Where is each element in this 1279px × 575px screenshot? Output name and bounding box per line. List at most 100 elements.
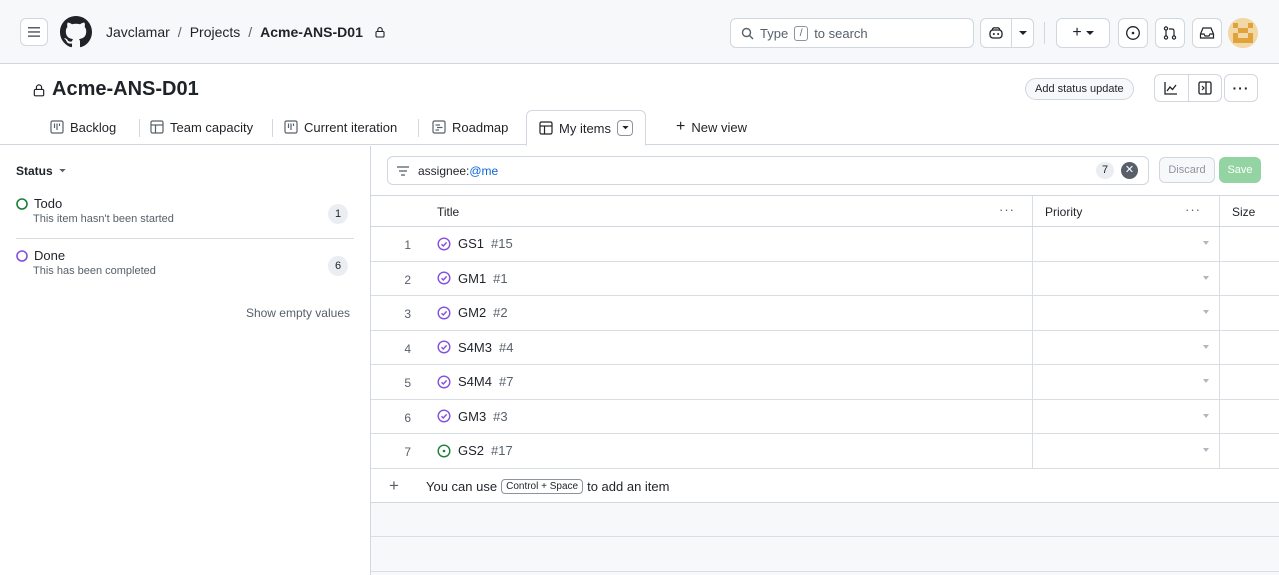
item-title-link[interactable]: GS1 <box>458 236 484 251</box>
tab-current-iteration[interactable]: Current iteration <box>284 110 397 144</box>
size-cell[interactable] <box>1219 434 1279 468</box>
github-logo-icon[interactable] <box>60 16 92 48</box>
group-by-sidebar: Status Todo This item hasn't been starte… <box>0 146 370 575</box>
side-panel-button[interactable] <box>1187 75 1222 101</box>
table-row[interactable]: 7 GS2 #17 <box>371 434 1279 469</box>
column-header-priority[interactable]: Priority <box>1045 205 1082 219</box>
item-number[interactable]: #15 <box>491 236 513 251</box>
sidebar-item-todo[interactable]: Todo This item hasn't been started 1 <box>16 196 354 225</box>
breadcrumb-projects[interactable]: Projects <box>190 24 241 40</box>
filter-value: @me <box>469 163 499 178</box>
project-more-button[interactable]: ··· <box>1224 74 1258 102</box>
roadmap-icon <box>432 120 446 134</box>
breadcrumb-project[interactable]: Acme-ANS-D01 <box>260 24 363 40</box>
row-number: 3 <box>404 307 411 321</box>
chevron-down-icon <box>1203 275 1209 280</box>
item-number[interactable]: #3 <box>493 409 507 424</box>
table-row[interactable]: 3 GM2 #2 <box>371 296 1279 331</box>
tab-label: My items <box>559 120 611 136</box>
size-cell[interactable] <box>1219 296 1279 330</box>
item-number[interactable]: #17 <box>491 443 513 458</box>
chevron-down-icon <box>58 169 66 173</box>
item-number[interactable]: #4 <box>499 340 513 355</box>
save-button[interactable]: Save <box>1219 157 1261 183</box>
priority-cell[interactable] <box>1032 365 1219 399</box>
priority-cell[interactable] <box>1032 434 1219 468</box>
table-row[interactable]: 2 GM1 #1 <box>371 261 1279 296</box>
tab-my-items[interactable]: My items <box>526 110 646 146</box>
size-cell[interactable] <box>1219 330 1279 364</box>
item-title-link[interactable]: GM1 <box>458 271 486 286</box>
size-cell[interactable] <box>1219 261 1279 295</box>
status-field-selector[interactable]: Status <box>16 164 66 178</box>
item-title-link[interactable]: S4M3 <box>458 340 492 355</box>
issue-closed-icon <box>437 409 451 423</box>
add-status-update-button[interactable]: Add status update <box>1025 78 1134 100</box>
column-header-title[interactable]: Title <box>437 205 459 219</box>
item-number[interactable]: #2 <box>493 305 507 320</box>
status-circle-icon <box>16 249 28 262</box>
item-number[interactable]: #1 <box>493 271 507 286</box>
priority-cell[interactable] <box>1032 227 1219 261</box>
copilot-icon <box>988 27 1003 39</box>
plus-icon[interactable]: + <box>389 476 399 496</box>
table-row[interactable]: 5 S4M4 #7 <box>371 365 1279 400</box>
search-suffix: to search <box>814 25 868 41</box>
add-item-row[interactable]: + You can use Control + Space to add an … <box>371 468 1279 503</box>
table-row[interactable]: 4 S4M3 #4 <box>371 330 1279 365</box>
row-title-cell: GM3 #3 <box>437 409 508 424</box>
column-menu-icon[interactable]: ··· <box>1185 202 1201 217</box>
breadcrumb-separator: / <box>177 24 182 40</box>
breadcrumb-separator: / <box>248 24 253 40</box>
row-number: 2 <box>404 272 411 287</box>
priority-cell[interactable] <box>1032 261 1219 295</box>
create-new-button[interactable]: + <box>1056 18 1110 48</box>
clear-filter-icon[interactable]: ✕ <box>1121 162 1138 179</box>
issue-closed-icon <box>437 340 451 354</box>
tab-options-button[interactable] <box>617 120 633 136</box>
column-header-size[interactable]: Size <box>1232 205 1255 219</box>
inbox-button[interactable] <box>1192 18 1222 48</box>
item-title-link[interactable]: GS2 <box>458 443 484 458</box>
sidebar-item-done[interactable]: Done This has been completed 6 <box>16 248 354 277</box>
avatar[interactable] <box>1228 18 1258 48</box>
item-number[interactable]: #7 <box>499 374 513 389</box>
issue-closed-icon <box>437 305 451 320</box>
hamburger-menu-button[interactable] <box>20 18 48 46</box>
add-item-suffix: to add an item <box>587 478 670 494</box>
status-description: This item hasn't been started <box>33 213 174 225</box>
table-row[interactable]: 1 GS1 #15 <box>371 227 1279 262</box>
pull-requests-button[interactable] <box>1155 18 1185 48</box>
breadcrumb-owner[interactable]: Javclamar <box>106 24 170 40</box>
item-title-link[interactable]: S4M4 <box>458 374 492 389</box>
keyboard-shortcut: Control + Space <box>501 478 584 494</box>
row-title-cell: GS1 #15 <box>437 236 513 251</box>
tab-backlog[interactable]: Backlog <box>50 110 116 144</box>
plus-icon: + <box>1072 24 1082 41</box>
size-cell[interactable] <box>1219 365 1279 399</box>
tab-roadmap[interactable]: Roadmap <box>432 110 508 144</box>
table-row[interactable]: 6 GM3 #3 <box>371 399 1279 434</box>
new-view-button[interactable]: + New view <box>676 110 747 144</box>
row-title-cell: S4M3 #4 <box>437 340 513 355</box>
project-board-icon <box>284 120 298 134</box>
tab-team-capacity[interactable]: Team capacity <box>150 110 253 144</box>
show-empty-values-link[interactable]: Show empty values <box>246 306 350 320</box>
item-title-link[interactable]: GM2 <box>458 305 486 320</box>
row-number: 4 <box>404 341 411 356</box>
column-menu-icon[interactable]: ··· <box>999 202 1015 217</box>
priority-cell[interactable] <box>1032 330 1219 364</box>
discard-button[interactable]: Discard <box>1159 157 1215 183</box>
priority-cell[interactable] <box>1032 296 1219 330</box>
top-bar: Javclamar / Projects / Acme-ANS-D01 Type… <box>0 0 1279 64</box>
copilot-button[interactable] <box>980 18 1034 48</box>
insights-button[interactable] <box>1155 75 1188 101</box>
item-title-link[interactable]: GM3 <box>458 409 486 424</box>
graph-icon <box>1164 82 1178 95</box>
issues-button[interactable] <box>1118 18 1148 48</box>
priority-cell[interactable] <box>1032 399 1219 433</box>
size-cell[interactable] <box>1219 227 1279 261</box>
search-input[interactable]: Type / to search <box>730 18 974 48</box>
filter-input[interactable]: assignee:@me 7 ✕ <box>387 156 1149 185</box>
size-cell[interactable] <box>1219 399 1279 433</box>
